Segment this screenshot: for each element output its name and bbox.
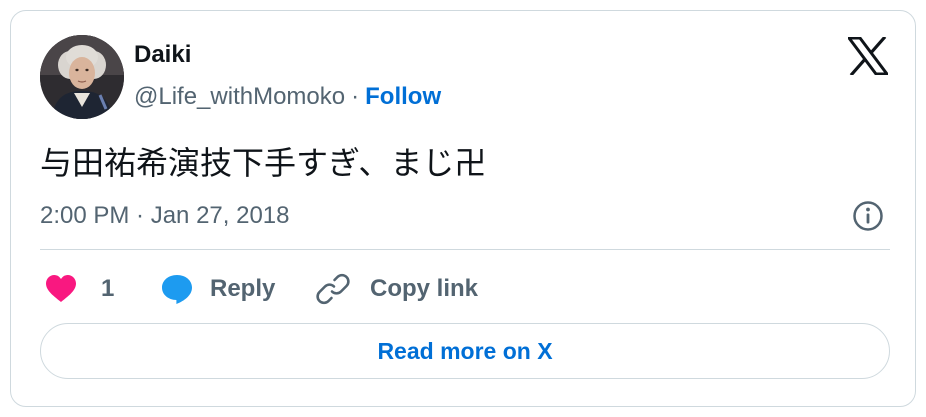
reply-button[interactable]: Reply bbox=[160, 271, 275, 307]
avatar-portrait-image bbox=[40, 35, 124, 119]
copy-link-button[interactable]: Copy link bbox=[316, 271, 478, 307]
embedded-tweet-card: Daiki @Life_withMomoko · Follow 与田祐希演技下手すぎ… bbox=[10, 10, 916, 407]
author-handle-row: @Life_withMomoko · Follow bbox=[134, 82, 441, 112]
heart-icon bbox=[45, 274, 77, 304]
like-count: 1 bbox=[101, 275, 115, 302]
speech-bubble-icon bbox=[160, 273, 194, 305]
follow-button[interactable]: Follow bbox=[365, 83, 441, 110]
author-handle[interactable]: @Life_withMomoko bbox=[134, 83, 345, 110]
copy-link-label: Copy link bbox=[370, 275, 479, 302]
reply-label: Reply bbox=[210, 275, 276, 302]
like-button[interactable]: 1 bbox=[45, 271, 114, 307]
read-more-button[interactable]: Read more on X bbox=[40, 323, 890, 379]
divider bbox=[40, 249, 890, 250]
link-icon bbox=[316, 272, 350, 306]
tweet-timestamp[interactable]: 2:00 PM · Jan 27, 2018 bbox=[40, 201, 290, 231]
info-icon[interactable] bbox=[852, 200, 884, 232]
separator-dot: · bbox=[351, 83, 360, 110]
tweet-text: 与田祐希演技下手すぎ、まじ卍 bbox=[40, 145, 487, 181]
avatar[interactable] bbox=[40, 35, 124, 119]
author-name[interactable]: Daiki bbox=[134, 40, 191, 70]
x-logo-icon[interactable] bbox=[847, 35, 889, 77]
